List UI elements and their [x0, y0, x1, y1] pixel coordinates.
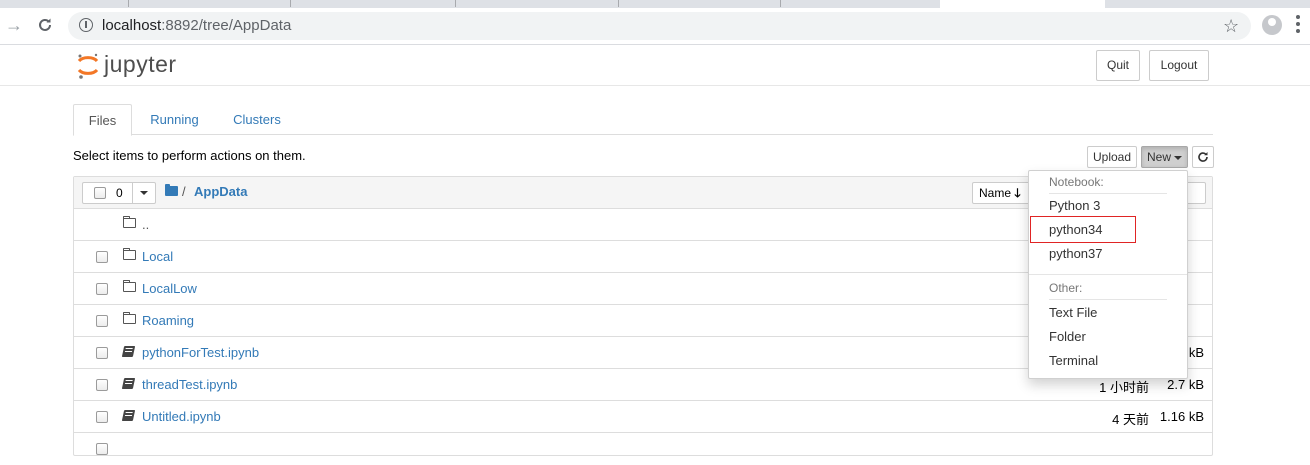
tab-divider — [455, 0, 456, 7]
breadcrumb-separator: / — [182, 184, 186, 199]
divider — [132, 183, 133, 203]
notebook-icon — [121, 378, 136, 389]
instructions-text: Select items to perform actions on them. — [73, 148, 306, 163]
item-name-link[interactable]: threadTest.ipynb — [142, 377, 237, 392]
folder-home-icon[interactable] — [165, 184, 178, 196]
address-bar[interactable]: localhost:8892/tree/AppData — [68, 12, 1251, 40]
tab-clusters[interactable]: Clusters — [222, 104, 292, 135]
sort-name-label: Name — [979, 186, 1012, 200]
browser-menu-icon[interactable] — [1296, 15, 1300, 33]
row-checkbox[interactable] — [96, 347, 108, 359]
new-dropdown-menu: Notebook: Python 3 python34 python37 Oth… — [1028, 170, 1188, 379]
menu-item-text-file[interactable]: Text File — [1049, 305, 1097, 320]
row-checkbox[interactable] — [96, 411, 108, 423]
breadcrumb-current[interactable]: AppData — [194, 184, 247, 199]
item-name-link[interactable]: Roaming — [142, 313, 194, 328]
item-modified: 4 天前 — [1112, 412, 1149, 427]
browser-toolbar: → localhost:8892/tree/AppData ☆ — [0, 8, 1310, 45]
site-info-icon[interactable] — [79, 18, 93, 32]
tab-divider — [780, 0, 781, 7]
select-all-checkbox[interactable] — [94, 187, 106, 199]
row-checkbox[interactable] — [96, 283, 108, 295]
logo-text: jupyter — [104, 51, 177, 77]
menu-divider — [1029, 274, 1187, 275]
menu-item-terminal[interactable]: Terminal — [1049, 353, 1098, 368]
tab-divider — [618, 0, 619, 7]
quit-button[interactable]: Quit — [1096, 50, 1140, 81]
list-item[interactable] — [74, 433, 1212, 465]
folder-icon — [122, 311, 136, 324]
row-checkbox[interactable] — [96, 443, 108, 455]
item-size: 2.7 kB — [1167, 377, 1204, 392]
tab-divider — [290, 0, 291, 7]
refresh-button[interactable] — [1192, 146, 1214, 168]
selected-count: 0 — [116, 186, 123, 200]
notebook-icon — [121, 346, 136, 357]
sort-by-name-button[interactable]: Name 🡓 — [972, 182, 1032, 204]
tab-divider — [128, 0, 129, 7]
refresh-icon — [1198, 152, 1208, 162]
profile-avatar[interactable] — [1262, 15, 1282, 35]
menu-header-rule — [1049, 193, 1167, 194]
item-name-link[interactable]: Untitled.ipynb — [142, 409, 221, 424]
menu-item-python37[interactable]: python37 — [1049, 246, 1103, 261]
menu-item-python3[interactable]: Python 3 — [1049, 198, 1100, 213]
forward-arrow-icon[interactable]: → — [3, 14, 25, 36]
new-button-label: New — [1146, 150, 1171, 164]
item-size: 1.16 kB — [1159, 409, 1204, 424]
browser-tab-strip — [0, 0, 1310, 8]
notebook-icon — [121, 410, 136, 421]
row-checkbox[interactable] — [96, 251, 108, 263]
jupyter-header: jupyter Quit Logout — [0, 45, 1310, 86]
item-name-link[interactable]: Local — [142, 249, 173, 264]
menu-header-rule — [1049, 299, 1167, 300]
menu-header-other: Other: — [1049, 281, 1083, 295]
item-size: kB — [1188, 345, 1204, 360]
bookmark-star-icon[interactable]: ☆ — [1223, 16, 1239, 36]
list-item[interactable]: Untitled.ipynb 4 天前 1.16 kB — [74, 401, 1212, 433]
browser-tab-active[interactable] — [940, 0, 1105, 8]
folder-icon — [122, 279, 136, 292]
folder-icon — [122, 247, 136, 260]
new-dropdown-button[interactable]: New — [1141, 146, 1188, 168]
tab-files[interactable]: Files — [73, 104, 132, 136]
item-name-link[interactable]: pythonForTest.ipynb — [142, 345, 259, 360]
arrow-down-icon: 🡓 — [1014, 186, 1021, 200]
url-text[interactable]: localhost:8892/tree/AppData — [102, 17, 291, 34]
updir-link[interactable]: .. — [142, 217, 149, 232]
highlight-box — [1030, 216, 1136, 243]
caret-down-icon — [1174, 155, 1182, 160]
logout-button[interactable]: Logout — [1149, 50, 1209, 81]
tab-running[interactable]: Running — [137, 104, 212, 135]
upload-button[interactable]: Upload — [1087, 146, 1137, 168]
row-checkbox[interactable] — [96, 315, 108, 327]
reload-icon[interactable] — [34, 14, 56, 36]
row-checkbox[interactable] — [96, 379, 108, 391]
item-name-link[interactable]: LocalLow — [142, 281, 197, 296]
item-modified: 1 小时前 — [1099, 380, 1149, 395]
main-tabs: Files Running Clusters — [73, 104, 1213, 136]
select-all-group[interactable]: 0 — [82, 182, 156, 204]
menu-item-folder[interactable]: Folder — [1049, 329, 1086, 344]
select-menu-caret-icon[interactable] — [140, 191, 148, 195]
menu-header-notebook: Notebook: — [1049, 175, 1104, 189]
jupyter-logo-icon — [77, 53, 99, 79]
folder-icon — [122, 215, 136, 228]
